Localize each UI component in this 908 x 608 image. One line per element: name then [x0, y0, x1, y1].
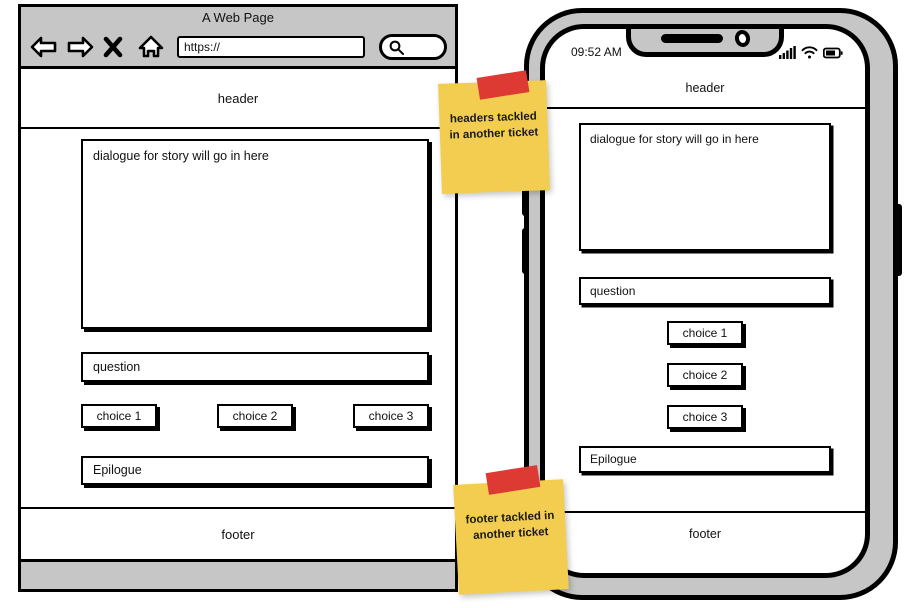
choice-2-button[interactable]: choice 2: [217, 404, 293, 428]
phone-question-box: question: [579, 277, 831, 305]
phone-screen: 09:52 AM header dialogue for story will …: [540, 24, 870, 578]
browser-page-body: dialogue for story will go in here quest…: [21, 129, 455, 507]
phone-power-button[interactable]: [893, 204, 902, 276]
dialogue-text: dialogue for story will go in here: [93, 149, 269, 163]
phone-page-header: header: [545, 69, 865, 109]
phone-epilogue-box: Epilogue: [579, 446, 831, 473]
phone-choice-1-button[interactable]: choice 1: [667, 321, 743, 345]
phone-choice-1-row: choice 1: [579, 321, 831, 345]
url-input[interactable]: https://: [177, 36, 365, 58]
choices-row: choice 1 choice 2 choice 3: [81, 404, 429, 428]
browser-page-footer: footer: [21, 507, 455, 559]
phone-page-body: dialogue for story will go in here quest…: [545, 109, 865, 511]
question-label: question: [93, 360, 141, 374]
sticky-note-footer: footer tackled in another ticket: [453, 479, 569, 595]
phone-choice-2-button[interactable]: choice 2: [667, 363, 743, 387]
phone-choice-3-button[interactable]: choice 3: [667, 405, 743, 429]
browser-toolbar: https://: [21, 29, 455, 65]
home-icon[interactable]: [137, 33, 167, 61]
back-arrow-icon[interactable]: [29, 33, 59, 61]
phone-page-footer: footer: [545, 511, 865, 555]
question-box: question: [81, 352, 429, 382]
phone-volume-down-button[interactable]: [522, 228, 529, 274]
phone-epilogue-label: Epilogue: [590, 452, 637, 466]
status-time: 09:52 AM: [571, 45, 622, 59]
browser-chrome: A Web Page https://: [21, 7, 455, 69]
browser-page-content: header dialogue for story will go in her…: [21, 69, 455, 589]
earpiece-speaker-icon: [660, 34, 723, 43]
phone-question-label: question: [590, 284, 636, 298]
phone-mockup: 09:52 AM header dialogue for story will …: [522, 8, 902, 600]
phone-notch: [626, 29, 784, 57]
close-x-icon[interactable]: [101, 33, 131, 61]
sticky-note-headers-text: headers tackled in another ticket: [449, 110, 539, 142]
dialogue-box: dialogue for story will go in here: [81, 139, 429, 329]
cellular-signal-icon: [779, 45, 796, 59]
url-text: https://: [184, 40, 221, 54]
phone-dialogue-text: dialogue for story will go in here: [590, 132, 759, 146]
epilogue-box: Epilogue: [81, 456, 429, 485]
sticky-note-footer-text: footer tackled in another ticket: [465, 509, 555, 543]
browser-status-strip: [21, 559, 455, 589]
front-camera-icon: [732, 29, 752, 49]
status-icons: [779, 45, 843, 59]
epilogue-label: Epilogue: [93, 463, 142, 477]
wifi-icon: [801, 45, 818, 58]
wireframe-canvas: A Web Page https:// header dialogue for …: [0, 0, 908, 608]
browser-window: A Web Page https:// header dialogue for …: [18, 4, 458, 592]
phone-choice-2-row: choice 2: [579, 363, 831, 387]
phone-dialogue-box: dialogue for story will go in here: [579, 123, 831, 251]
forward-arrow-icon[interactable]: [65, 33, 95, 61]
search-button[interactable]: [379, 34, 447, 60]
search-icon: [389, 40, 404, 55]
browser-page-header: header: [21, 69, 455, 129]
battery-icon: [823, 47, 843, 58]
phone-choice-3-row: choice 3: [579, 405, 831, 429]
choice-1-button[interactable]: choice 1: [81, 404, 157, 428]
browser-title: A Web Page: [201, 10, 275, 25]
choice-3-button[interactable]: choice 3: [353, 404, 429, 428]
